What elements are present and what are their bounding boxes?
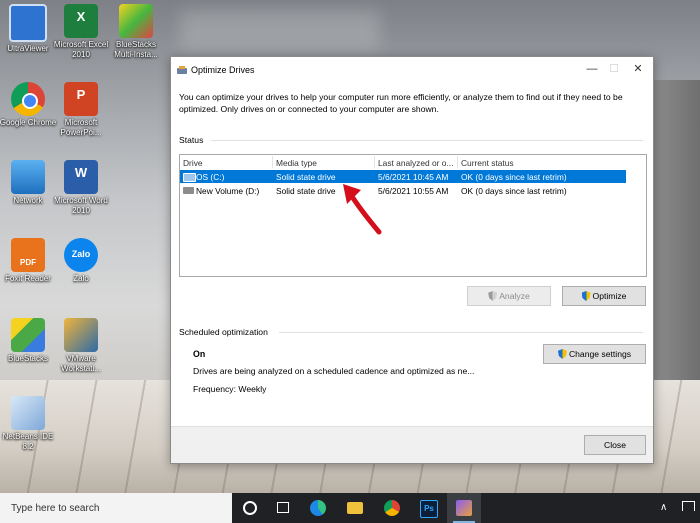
edge-icon <box>310 500 326 516</box>
desktop-icon-vmware[interactable]: VMware Workstati... <box>51 318 111 374</box>
column-current-status[interactable]: Current status <box>461 158 514 168</box>
folder-icon <box>347 502 363 514</box>
column-media-type[interactable]: Media type <box>276 158 317 168</box>
maximize-button[interactable]: ☐ <box>603 61 625 77</box>
uac-shield-icon <box>488 291 498 301</box>
bluestacks-multi-icon <box>119 4 153 38</box>
analyze-button[interactable]: Analyze <box>467 286 551 306</box>
taskbar: Type here to search Ps ∧ <box>0 493 700 523</box>
close-window-button[interactable]: ✕ <box>627 61 649 77</box>
uac-shield-icon <box>581 291 591 301</box>
schedule-frequency: Frequency: Weekly <box>193 384 267 394</box>
network-tray-icon[interactable] <box>682 501 695 511</box>
zalo-icon: Zalo <box>64 238 98 272</box>
window-description: You can optimize your drives to help you… <box>179 92 623 114</box>
word-icon: W <box>64 160 98 194</box>
uac-shield-icon <box>557 349 567 359</box>
powerpoint-icon: P <box>64 82 98 116</box>
foxit-reader-icon: PDF <box>11 238 45 272</box>
optimize-drives-icon <box>456 500 472 516</box>
desktop-icon-ultraviewer[interactable]: UltraViewer <box>0 4 58 54</box>
desktop-icon-word[interactable]: W Microsoft Word 2010 <box>51 160 111 216</box>
taskbar-file-explorer[interactable] <box>338 493 372 523</box>
vmware-icon <box>64 318 98 352</box>
taskbar-edge[interactable] <box>301 493 335 523</box>
desktop-icon-network[interactable]: Network <box>0 160 58 206</box>
desktop-icon-excel[interactable]: X Microsoft Excel 2010 <box>51 4 111 60</box>
chrome-icon <box>384 500 400 516</box>
taskbar-search-box[interactable]: Type here to search <box>0 493 232 523</box>
ultraviewer-icon <box>9 4 47 42</box>
cortana-icon <box>243 501 257 515</box>
title-bar[interactable]: Optimize Drives — ☐ ✕ <box>171 57 653 83</box>
desktop-icon-chrome[interactable]: Google Chrome <box>0 82 58 128</box>
photoshop-icon: Ps <box>420 500 438 518</box>
minimize-button[interactable]: — <box>581 61 603 77</box>
search-input[interactable]: Type here to search <box>11 503 99 514</box>
taskbar-optimize-drives[interactable] <box>447 493 481 523</box>
drive-icon <box>183 187 194 194</box>
schedule-status: On <box>193 349 206 359</box>
drive-icon <box>183 173 196 182</box>
tray-chevron-icon[interactable]: ∧ <box>660 502 667 513</box>
chrome-icon <box>11 82 45 116</box>
drives-list[interactable]: Drive Media type Last analyzed or o... C… <box>179 154 647 277</box>
optimize-drives-app-icon <box>177 65 187 75</box>
optimize-button[interactable]: Optimize <box>562 286 646 306</box>
desktop-icon-netbeans[interactable]: NetBeans IDE 8.2 <box>0 396 58 452</box>
task-view-icon <box>277 502 289 513</box>
network-icon <box>11 160 45 194</box>
desktop-icon-bluestacks-multi[interactable]: BlueStacks Multi-Insta... <box>106 4 166 60</box>
desktop-icon-foxit-reader[interactable]: PDF Foxit Reader <box>0 238 58 284</box>
taskbar-photoshop[interactable]: Ps <box>411 493 445 523</box>
window-title: Optimize Drives <box>191 65 255 75</box>
window-footer: Close <box>171 426 653 463</box>
desktop-icon-powerpoint[interactable]: P Microsoft PowerPoi... <box>51 82 111 138</box>
bluestacks-icon <box>11 318 45 352</box>
taskbar-chrome[interactable] <box>375 493 409 523</box>
table-row[interactable]: New Volume (D:) Solid state drive 5/6/20… <box>180 184 626 197</box>
drives-list-header: Drive Media type Last analyzed or o... C… <box>180 155 646 169</box>
change-settings-button[interactable]: Change settings <box>543 344 646 364</box>
optimize-drives-window: Optimize Drives — ☐ ✕ You can optimize y… <box>170 56 654 464</box>
close-button[interactable]: Close <box>584 435 646 455</box>
column-last-analyzed[interactable]: Last analyzed or o... <box>378 158 453 168</box>
column-drive[interactable]: Drive <box>183 158 203 168</box>
desktop-icon-zalo[interactable]: Zalo Zalo <box>51 238 111 284</box>
cortana-button[interactable] <box>232 493 266 523</box>
desktop: UltraViewer X Microsoft Excel 2010 BlueS… <box>0 0 700 493</box>
table-row[interactable]: OS (C:) Solid state drive 5/6/2021 10:45… <box>180 170 626 183</box>
task-view-button[interactable] <box>266 493 300 523</box>
excel-icon: X <box>64 4 98 38</box>
schedule-description: Drives are being analyzed on a scheduled… <box>193 366 475 376</box>
scheduled-optimization-label: Scheduled optimization <box>179 327 268 337</box>
status-label: Status <box>179 135 204 145</box>
red-arrow-annotation <box>343 184 382 235</box>
netbeans-icon <box>11 396 45 430</box>
desktop-icon-bluestacks[interactable]: BlueStacks <box>0 318 58 364</box>
